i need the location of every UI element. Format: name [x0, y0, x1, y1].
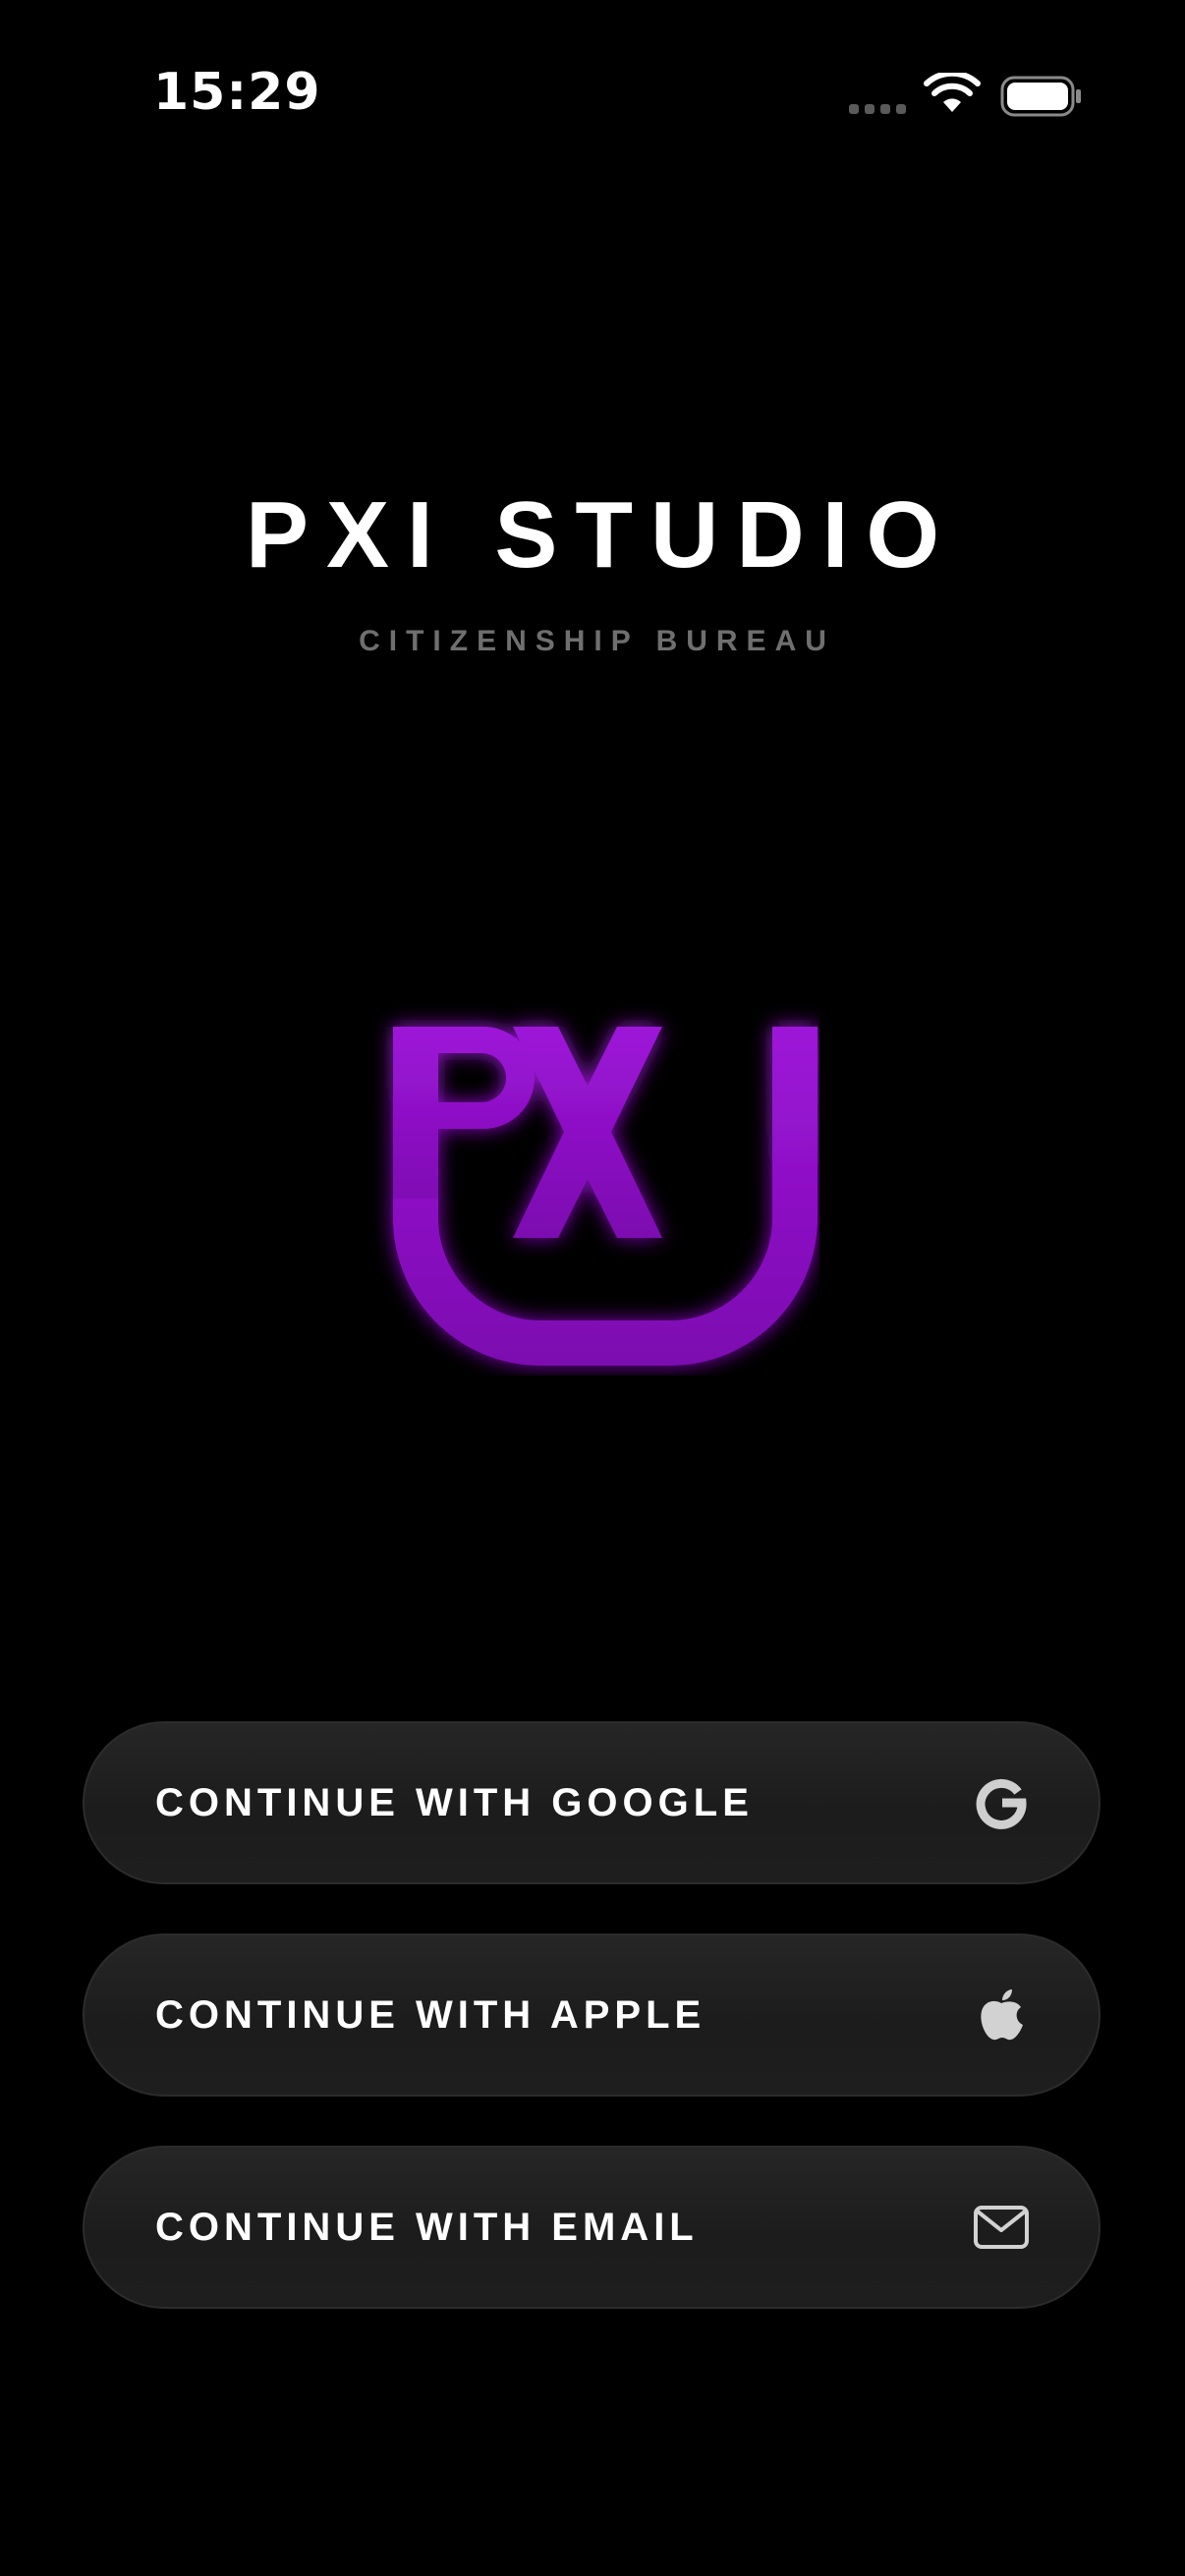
cellular-signal-icon [849, 104, 906, 114]
brand-subtitle: CITIZENSHIP BUREAU [359, 625, 835, 657]
status-bar: 15:29 [0, 0, 1185, 196]
pxi-logo [393, 1027, 818, 1366]
apple-icon [973, 1987, 1030, 2044]
google-icon [973, 1774, 1030, 1831]
wifi-icon [924, 73, 981, 112]
auth-buttons: CONTINUE WITH GOOGLE CONTINUE WITH APPLE… [83, 1721, 1100, 2358]
continue-with-email-button[interactable]: CONTINUE WITH EMAIL [83, 2146, 1100, 2309]
email-button-label: CONTINUE WITH EMAIL [155, 2205, 699, 2249]
apple-button-label: CONTINUE WITH APPLE [155, 1992, 706, 2037]
continue-with-google-button[interactable]: CONTINUE WITH GOOGLE [83, 1721, 1100, 1884]
google-button-label: CONTINUE WITH GOOGLE [155, 1780, 754, 1824]
status-time: 15:29 [153, 63, 321, 122]
continue-with-apple-button[interactable]: CONTINUE WITH APPLE [83, 1933, 1100, 2097]
brand-title: PXI STUDIO [245, 482, 958, 588]
battery-icon [1000, 76, 1081, 117]
mail-icon [973, 2199, 1030, 2256]
